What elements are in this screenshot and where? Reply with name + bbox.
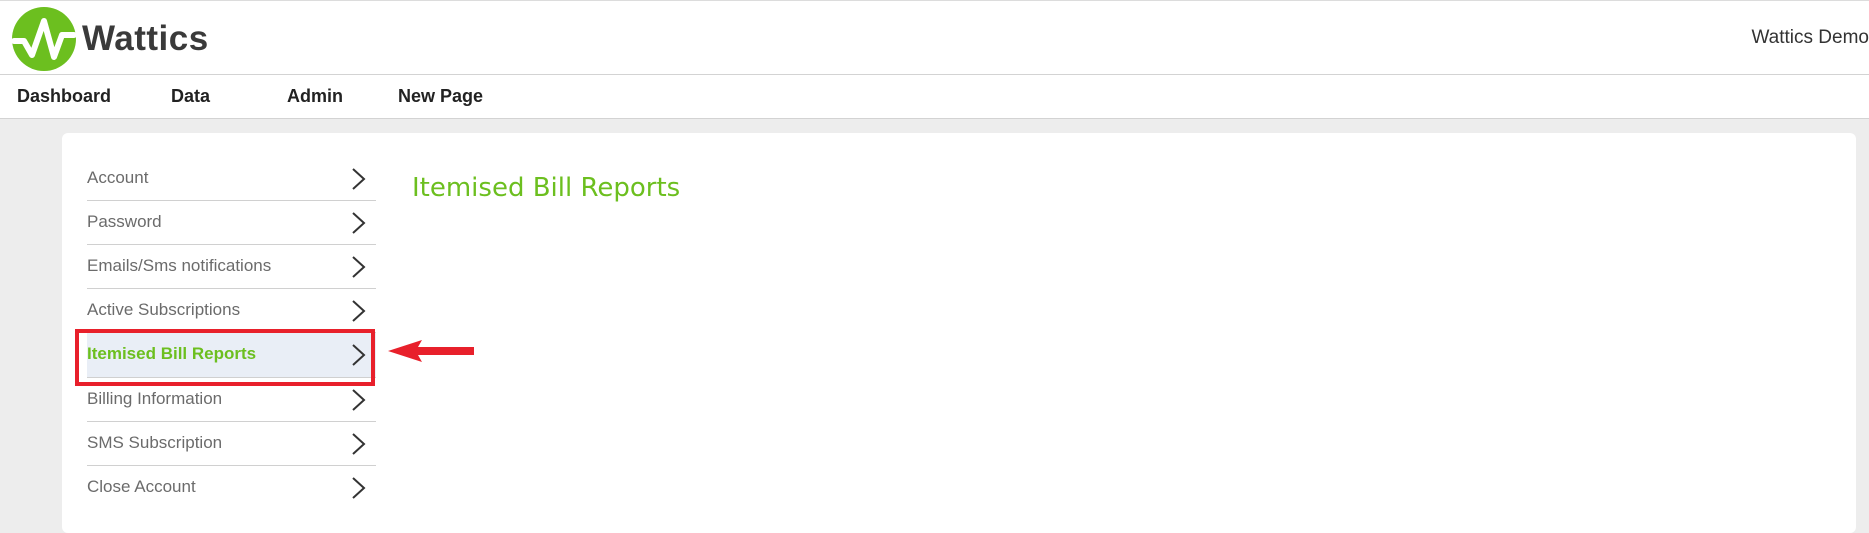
account-settings-menu: Account Password Emails/Sms notification… (87, 157, 376, 510)
nav-item-data[interactable]: Data (171, 86, 210, 107)
sidebar-item-label: Account (87, 168, 149, 187)
sidebar-item-account[interactable]: Account (87, 157, 376, 201)
sidebar-item-close-account[interactable]: Close Account (87, 466, 376, 510)
sidebar-item-label: Billing Information (87, 389, 223, 408)
page-title: Itemised Bill Reports (412, 173, 681, 203)
content-panel: Account Password Emails/Sms notification… (62, 133, 1856, 533)
sidebar-item-sms-subscription[interactable]: SMS Subscription (87, 422, 376, 466)
chevron-right-icon (352, 433, 366, 455)
sidebar-item-itemised-bill-reports[interactable]: Itemised Bill Reports (87, 333, 376, 378)
sidebar-item-email-sms-notifications[interactable]: Emails/Sms notifications (87, 245, 376, 289)
top-header: Wattics Wattics Demo (0, 0, 1869, 74)
nav-item-dashboard[interactable]: Dashboard (17, 86, 111, 107)
sidebar-item-label: SMS Subscription (87, 433, 223, 452)
nav-item-new-page[interactable]: New Page (398, 86, 483, 107)
user-account-label[interactable]: Wattics Demo (1751, 27, 1869, 49)
sidebar-item-label: Close Account (87, 477, 196, 496)
main-nav: Dashboard Data Admin New Page (0, 74, 1869, 119)
brand-name: Wattics (82, 19, 209, 58)
sidebar-item-label: Itemised Bill Reports (87, 344, 257, 363)
sidebar-item-label: Active Subscriptions (87, 300, 241, 319)
chevron-right-icon (352, 477, 366, 499)
sidebar-item-label: Password (87, 212, 162, 231)
chevron-right-icon (352, 212, 366, 234)
sidebar-item-billing-information[interactable]: Billing Information (87, 378, 376, 422)
chevron-right-icon (352, 389, 366, 411)
wattics-pulse-logo-icon (11, 7, 77, 71)
wattics-logo[interactable]: Wattics (10, 5, 209, 73)
sidebar-item-active-subscriptions[interactable]: Active Subscriptions (87, 289, 376, 333)
chevron-right-icon (352, 300, 366, 322)
nav-item-admin[interactable]: Admin (287, 86, 343, 107)
sidebar-item-label: Emails/Sms notifications (87, 256, 272, 275)
chevron-right-icon (352, 344, 366, 366)
left-arrow-annotation (388, 340, 474, 362)
sidebar-item-password[interactable]: Password (87, 201, 376, 245)
chevron-right-icon (352, 256, 366, 278)
chevron-right-icon (352, 168, 366, 190)
